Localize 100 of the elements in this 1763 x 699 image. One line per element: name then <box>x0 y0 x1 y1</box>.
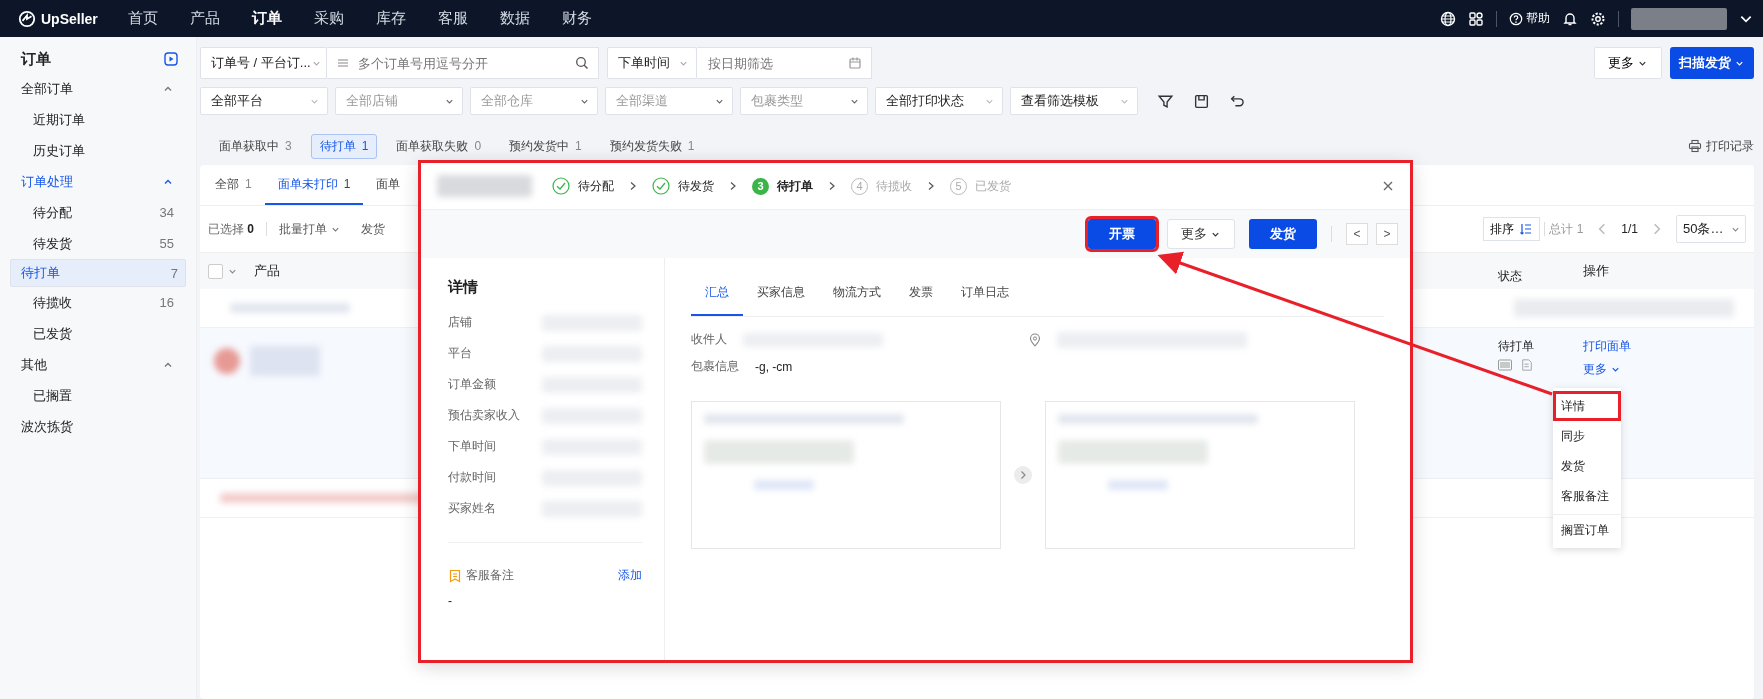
progress-step: 待发货 <box>652 177 714 195</box>
date-field[interactable]: 按日期筛选 <box>697 47 872 79</box>
progress-step: 5 已发货 <box>950 177 1011 195</box>
help-link[interactable]: 帮助 <box>1509 10 1550 27</box>
globe-icon[interactable] <box>1440 10 1456 27</box>
bell-icon[interactable] <box>1562 10 1578 27</box>
prev-button[interactable]: < <box>1346 223 1368 245</box>
dialog-button[interactable]: 发货 <box>1249 219 1317 249</box>
sidebar-item-label: 待打单 <box>21 264 60 282</box>
status-tab[interactable]: 预约发货失败 1 <box>600 133 704 159</box>
select-all-checkbox[interactable] <box>208 263 223 279</box>
sidebar-item[interactable]: 待揽收 16 <box>10 287 186 318</box>
filter-select[interactable]: 全部平台 <box>200 87 328 115</box>
sidebar-group[interactable]: 订单处理 <box>10 166 186 197</box>
sidebar-item[interactable]: 待分配 34 <box>10 197 186 228</box>
save-icon[interactable] <box>1193 92 1210 110</box>
page-size-select[interactable]: 50条… <box>1676 215 1746 243</box>
logo[interactable]: UpSeller <box>18 9 128 28</box>
ship-link[interactable]: 发货 <box>361 220 386 238</box>
sidebar-item-label: 待分配 <box>33 203 72 222</box>
batch-print-dropdown[interactable]: 批量打单 <box>279 220 342 238</box>
nav-item[interactable]: 财务 <box>562 9 624 28</box>
order-tab[interactable]: 面单 <box>363 165 414 205</box>
dialog-more-button[interactable]: 更多 <box>1167 219 1235 249</box>
sidebar-item-count: 34 <box>159 205 174 220</box>
search-type-select[interactable]: 订单号 / 平台订... <box>200 47 327 79</box>
detail-tab[interactable]: 买家信息 <box>743 270 819 316</box>
sidebar-item[interactable]: 已发货 <box>10 318 186 349</box>
page-indicator: 1/1 <box>1621 222 1638 236</box>
field-label: 付款时间 <box>448 469 496 486</box>
detail-tab[interactable]: 汇总 <box>691 270 743 316</box>
status-tab[interactable]: 待打单 1 <box>310 133 378 159</box>
sidebar-item-count: 55 <box>159 236 174 251</box>
status-tab[interactable]: 面单获取中 3 <box>210 133 301 159</box>
scan-ship-button[interactable]: 扫描发货 <box>1670 47 1754 79</box>
detail-tab[interactable]: 订单日志 <box>947 270 1023 316</box>
nav-item[interactable]: 首页 <box>128 9 190 28</box>
dialog-button[interactable]: 开票 <box>1088 219 1156 249</box>
column-header: 产品 <box>254 262 280 280</box>
field-label: 下单时间 <box>448 438 496 455</box>
time-type-select[interactable]: 下单时间 <box>607 47 697 79</box>
chevron-right-icon <box>926 181 936 191</box>
sidebar-link[interactable]: 波次拣货 <box>10 411 186 442</box>
settings-icon[interactable] <box>1590 10 1606 27</box>
search-field[interactable]: 多个订单号用逗号分开 <box>327 47 599 79</box>
sidebar-item[interactable]: 已搁置 <box>10 380 186 411</box>
printer-icon <box>1688 139 1702 153</box>
sidebar-group[interactable]: 其他 <box>10 349 186 380</box>
order-tab[interactable]: 全部 1 <box>202 165 265 205</box>
field-label: 订单金额 <box>448 376 496 393</box>
sidebar-item[interactable]: 待发货 55 <box>10 228 186 259</box>
logo-text: UpSeller <box>41 10 98 27</box>
close-icon[interactable] <box>1382 180 1394 192</box>
sidebar-item-label: 近期订单 <box>33 110 85 129</box>
menu-item[interactable]: 发货 <box>1553 451 1621 481</box>
field-label: 店铺 <box>448 314 472 331</box>
date-input[interactable]: 按日期筛选 <box>706 54 848 72</box>
image-placeholder <box>214 348 240 374</box>
more-button[interactable]: 更多 <box>1594 47 1662 79</box>
sort-icon <box>1519 222 1534 236</box>
print-label-link[interactable]: 打印面单 <box>1583 338 1631 355</box>
nav-item[interactable]: 产品 <box>190 9 252 28</box>
nav-item[interactable]: 采购 <box>314 9 376 28</box>
detail-tab[interactable]: 物流方式 <box>819 270 895 316</box>
nav-item[interactable]: 客服 <box>438 9 500 28</box>
order-tab[interactable]: 面单未打印 1 <box>264 165 364 205</box>
chevron-right-icon <box>728 181 738 191</box>
filter-select[interactable]: 全部打印状态 <box>875 87 1003 115</box>
package-value: -g, -cm <box>755 359 793 374</box>
apps-icon[interactable] <box>1468 10 1484 27</box>
nav-item[interactable]: 订单 <box>252 9 314 28</box>
sidebar-item[interactable]: 待打单 7 <box>10 259 186 287</box>
add-link[interactable]: 添加 <box>618 567 642 584</box>
status-tab[interactable]: 面单获取失败 0 <box>387 133 491 159</box>
field-label: 收件人 <box>691 331 727 348</box>
play-icon[interactable] <box>164 52 178 66</box>
print-log-link[interactable]: 打印记录 <box>1688 137 1754 155</box>
nav-item[interactable]: 数据 <box>500 9 562 28</box>
menu-item[interactable]: 客服备注 <box>1553 481 1621 511</box>
more-dropdown[interactable]: 更多 <box>1583 361 1621 378</box>
filter-icon[interactable] <box>1157 92 1174 110</box>
menu-item[interactable]: 详情 <box>1553 391 1621 421</box>
nav-item[interactable]: 库存 <box>376 9 438 28</box>
search-input[interactable]: 多个订单号用逗号分开 <box>356 54 569 72</box>
account-avatar[interactable] <box>1631 7 1727 30</box>
menu-item[interactable]: 搁置订单 <box>1553 514 1621 545</box>
detail-tab[interactable]: 发票 <box>895 270 947 316</box>
filter-select[interactable]: 查看筛选模板 <box>1010 87 1138 115</box>
note-icon <box>448 568 462 583</box>
sidebar-group[interactable]: 全部订单 <box>10 73 186 104</box>
menu-item[interactable]: 同步 <box>1553 421 1621 451</box>
sort-button[interactable]: 排序 <box>1483 217 1541 241</box>
status-text: 待打单 <box>1498 339 1534 353</box>
help-icon <box>1509 11 1523 26</box>
status-tab[interactable]: 预约发货中 1 <box>500 133 591 159</box>
next-button[interactable]: > <box>1376 223 1398 245</box>
sidebar-item[interactable]: 近期订单 <box>10 104 186 135</box>
sidebar-item[interactable]: 历史订单 <box>10 135 186 166</box>
list-icon <box>336 56 350 70</box>
progress-step: 4 待揽收 <box>851 177 912 195</box>
